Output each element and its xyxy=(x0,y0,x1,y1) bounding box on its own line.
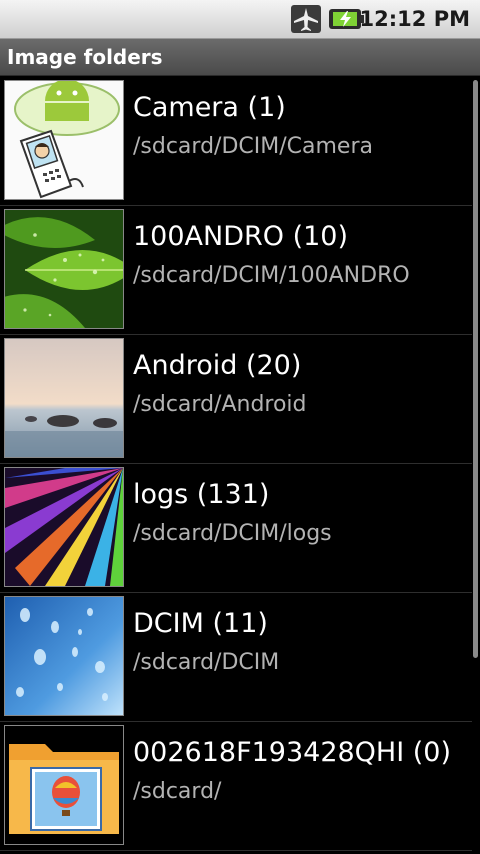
airplane-mode-icon xyxy=(290,4,322,34)
sunset-rocks-thumbnail xyxy=(4,338,124,458)
android-cartoon-thumbnail xyxy=(4,80,124,200)
folder-name: 100ANDRO (10) xyxy=(133,221,349,252)
folder-path: /sdcard/DCIM/Camera xyxy=(133,134,373,159)
folder-name: Android (20) xyxy=(133,350,302,381)
green-leaf-thumbnail xyxy=(4,209,124,329)
scrollbar[interactable] xyxy=(473,80,478,658)
folder-row-android[interactable]: Android (20) /sdcard/Android xyxy=(0,334,472,464)
folder-row-100andro[interactable]: 100ANDRO (10) /sdcard/DCIM/100ANDRO xyxy=(0,205,472,335)
status-bar: 12:12 PM xyxy=(0,0,480,39)
clock: 12:12 PM xyxy=(359,7,470,31)
folder-path: /sdcard/DCIM xyxy=(133,650,280,675)
folder-name: DCIM (11) xyxy=(133,608,268,639)
folder-path: /sdcard/DCIM/logs xyxy=(133,521,332,546)
folder-row-002618f193428qhi[interactable]: 002618F193428QHI (0) /sdcard/ xyxy=(0,721,472,851)
folder-name: Camera (1) xyxy=(133,92,286,123)
folder-row-logs[interactable]: logs (131) /sdcard/DCIM/logs xyxy=(0,463,472,593)
folder-path: /sdcard/DCIM/100ANDRO xyxy=(133,263,410,288)
title-bar: Image folders xyxy=(0,39,480,76)
folder-name: logs (131) xyxy=(133,479,270,510)
folder-row-camera[interactable]: Camera (1) /sdcard/DCIM/Camera xyxy=(0,76,472,206)
folder-path: /sdcard/ xyxy=(133,779,222,804)
folder-name: 002618F193428QHI (0) xyxy=(133,737,452,768)
folder-row-dcim[interactable]: DCIM (11) /sdcard/DCIM xyxy=(0,592,472,722)
page-title: Image folders xyxy=(7,45,163,69)
water-drops-thumbnail xyxy=(4,596,124,716)
folder-path: /sdcard/Android xyxy=(133,392,307,417)
folder-balloon-thumbnail xyxy=(4,725,124,845)
colorful-petals-thumbnail xyxy=(4,467,124,587)
